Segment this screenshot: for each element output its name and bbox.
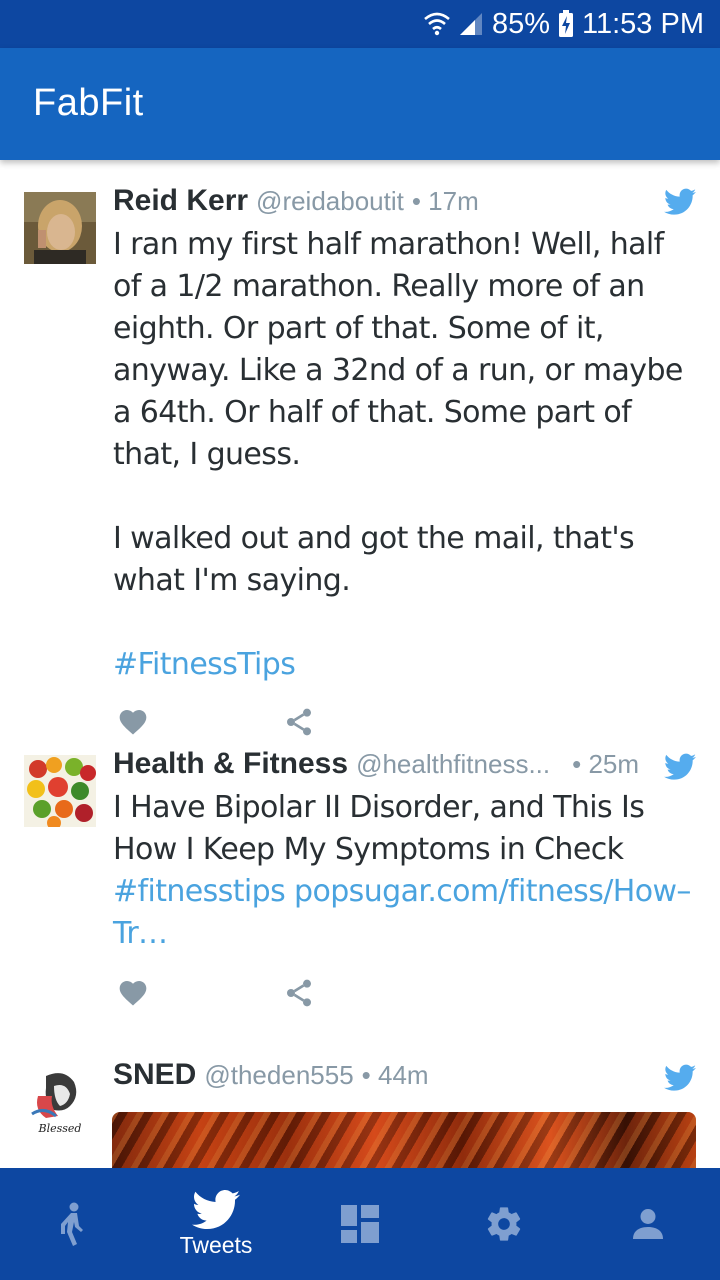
wifi-icon <box>424 12 450 36</box>
avatar[interactable] <box>24 192 96 264</box>
tweet-time: • 44m <box>361 1060 429 1090</box>
author-name[interactable]: SNED <box>113 1058 196 1092</box>
author-name[interactable]: Health & Fitness <box>113 747 348 781</box>
nav-settings[interactable] <box>432 1168 576 1280</box>
status-bar: 85% 11:53 PM <box>0 0 720 48</box>
author-handle[interactable]: @theden555 <box>204 1060 353 1091</box>
hashtag-link[interactable]: #fitnesstips <box>113 874 286 909</box>
bottom-navigation: Tweets <box>0 1168 720 1280</box>
tweet-time: • 25m <box>572 749 640 779</box>
tweet-feed[interactable]: Reid Kerr @reidaboutit • 17m I ran my fi… <box>0 160 720 1168</box>
battery-percent: 85% <box>491 7 551 40</box>
tweet-media-image[interactable] <box>112 1112 696 1168</box>
nav-activity[interactable] <box>0 1168 144 1280</box>
clock: 11:53 PM <box>582 7 704 40</box>
dashboard-icon <box>341 1205 379 1243</box>
tweet-paragraph: I walked out and got the mail, that's wh… <box>113 521 635 598</box>
status-indicators: 85% 11:53 PM <box>424 0 704 48</box>
author-handle[interactable]: @healthfitness... <box>356 749 550 780</box>
tweet-paragraph: I ran my first half marathon! Well, half… <box>113 227 683 472</box>
tweet-time: • 17m <box>411 186 479 216</box>
nav-profile[interactable] <box>576 1168 720 1280</box>
walking-person-icon <box>61 1202 83 1246</box>
person-icon <box>633 1209 663 1239</box>
author-handle[interactable]: @reidaboutit <box>256 186 404 217</box>
signal-icon <box>459 13 482 35</box>
gear-icon <box>487 1207 521 1241</box>
tweet-item[interactable]: Health & Fitness @healthfitness... • 25m… <box>0 725 720 1025</box>
tweet-sentence: I Have Bipolar II Disorder, and This Is … <box>113 790 645 867</box>
tweet-actions <box>113 977 698 1017</box>
hashtag-link[interactable]: #FitnessTips <box>113 644 698 686</box>
avatar[interactable] <box>24 755 96 827</box>
tweet-header: Reid Kerr @reidaboutit • 17m <box>113 184 698 224</box>
like-heart-icon[interactable] <box>117 977 149 1009</box>
twitter-bird-icon <box>192 1189 240 1229</box>
app-title: FabFit <box>33 82 144 124</box>
author-name[interactable]: Reid Kerr <box>113 184 248 218</box>
battery-charging-icon <box>559 10 574 37</box>
share-icon[interactable] <box>283 977 315 1009</box>
avatar-caption: Blessed <box>38 1122 82 1135</box>
tweet-header: Health & Fitness @healthfitness... • 25m <box>113 747 698 787</box>
tweet-text: I ran my first half marathon! Well, half… <box>113 224 698 686</box>
nav-tweets-label: Tweets <box>179 1231 253 1258</box>
tweet-item[interactable]: Reid Kerr @reidaboutit • 17m I ran my fi… <box>0 160 720 736</box>
nav-dashboard[interactable] <box>288 1168 432 1280</box>
tweet-text: I Have Bipolar II Disorder, and This Is … <box>113 787 698 955</box>
nav-tweets[interactable]: Tweets <box>144 1168 288 1280</box>
app-bar: FabFit <box>0 48 720 160</box>
tweet-header: SNED @theden555 • 44m <box>113 1058 698 1098</box>
avatar[interactable]: Blessed <box>24 1066 96 1138</box>
